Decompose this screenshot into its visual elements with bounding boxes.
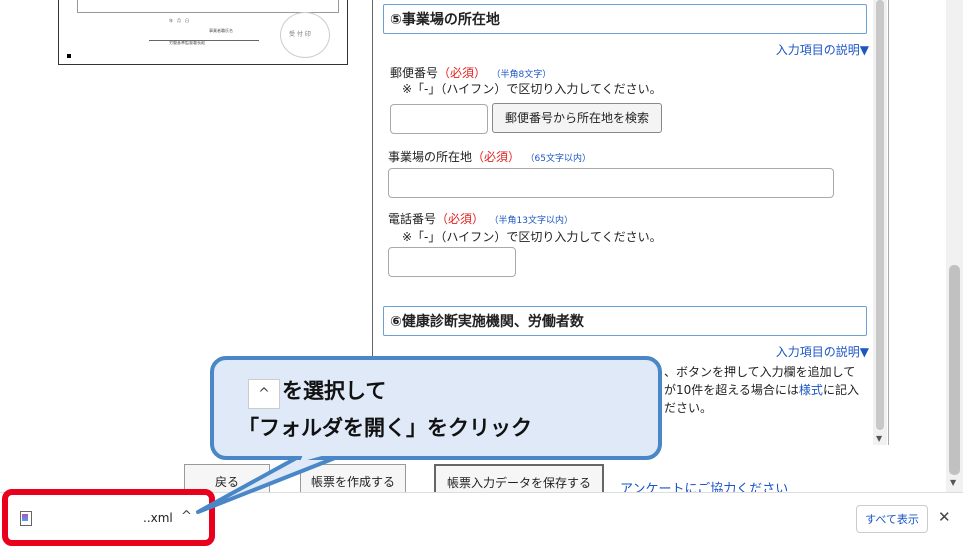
phone-note: ※「-」（ハイフン）で区切り入力してください。: [402, 230, 662, 244]
close-icon[interactable]: ✕: [938, 508, 951, 526]
section6-text-line1: 、ボタンを押して入力欄を追加して: [664, 365, 856, 379]
panel-scroll-down-icon[interactable]: ▼: [876, 434, 882, 443]
highlight-frame: [2, 489, 215, 546]
phone-input[interactable]: [388, 247, 516, 277]
preview-marker: [67, 54, 71, 58]
panel-scroll-thumb[interactable]: [876, 0, 884, 430]
address-hint: （65文字以内）: [530, 154, 591, 164]
stamp-label: 受 付 印: [289, 31, 311, 38]
address-required: （必須）: [472, 150, 521, 164]
postal-search-button[interactable]: 郵便番号から所在地を検索: [492, 103, 662, 133]
window-scroll-thumb[interactable]: [949, 265, 960, 475]
callout-line2: 「フォルダを開く」をクリック: [238, 416, 532, 440]
phone-hint: （半角13文字以内）: [494, 216, 573, 226]
section6-header: ⑥健康診断実施機関、労働者数: [383, 306, 867, 336]
form-style-link[interactable]: 様式: [799, 383, 823, 397]
postal-label: 郵便番号（必須） （半角8文字）: [390, 66, 552, 80]
phone-label: 電話番号（必須） （半角13文字以内）: [388, 212, 573, 226]
preview-line: [149, 40, 259, 41]
window-scrollbar[interactable]: ▼: [946, 0, 963, 492]
window-scroll-down-icon[interactable]: ▼: [950, 478, 956, 487]
section6-help-link[interactable]: 入力項目の説明▼: [776, 343, 869, 360]
callout-line1: を選択して: [282, 379, 387, 403]
preview-frame: [77, 0, 339, 13]
postal-note: ※「-」（ハイフン）で区切り入力してください。: [402, 82, 662, 96]
section5-header: ⑤事業場の所在地: [383, 4, 867, 34]
postal-code-input[interactable]: [390, 104, 488, 134]
address-label: 事業場の所在地（必須） （65文字以内）: [388, 150, 591, 164]
postal-hint: （半角8文字）: [496, 70, 552, 80]
section5-help-link[interactable]: 入力項目の説明▼: [776, 41, 869, 58]
panel-scrollbar[interactable]: ▼: [873, 0, 887, 445]
postal-required: （必須）: [438, 66, 487, 80]
section6-text-line3: ださい。: [664, 401, 713, 415]
show-all-button[interactable]: すべて表示: [856, 505, 928, 533]
preview-date: 年 月 日: [169, 18, 189, 23]
chevron-up-icon: ^: [248, 379, 280, 409]
preview-employer: 事業者職氏名: [209, 28, 233, 33]
address-input[interactable]: [388, 168, 834, 198]
section6-text-line2: が10件を超える場合には様式に記入: [664, 383, 859, 397]
phone-required: （必須）: [436, 212, 485, 226]
